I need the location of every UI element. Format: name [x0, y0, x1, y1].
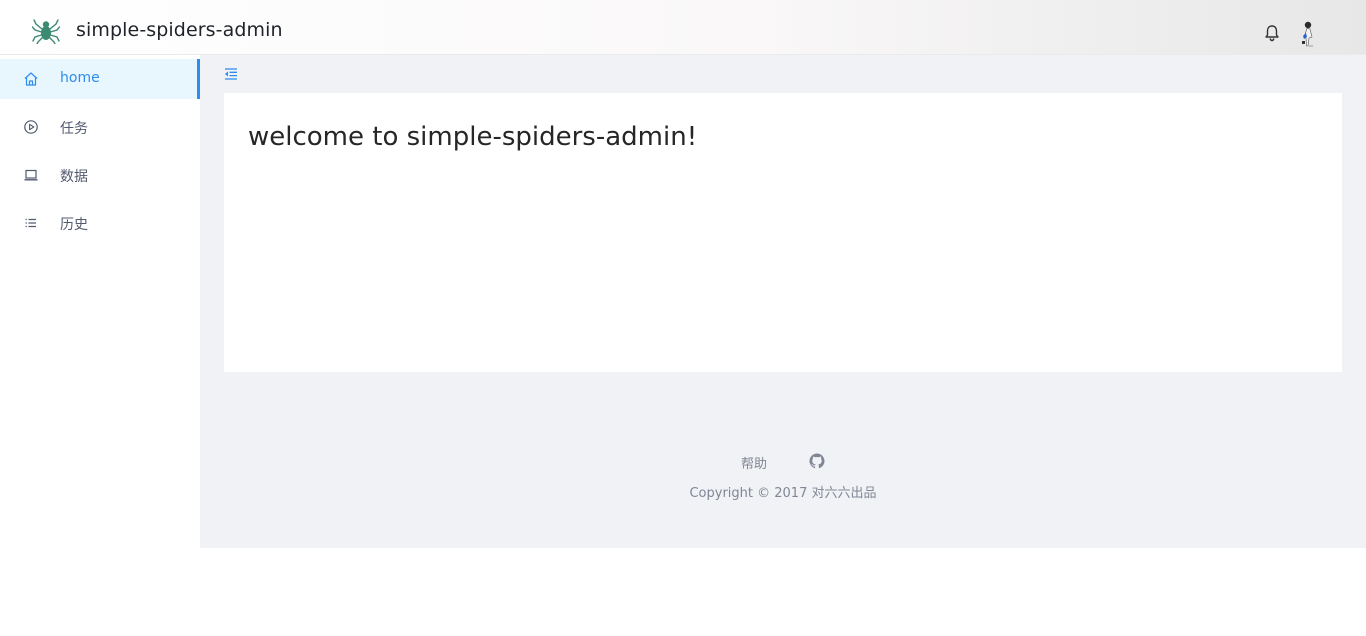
help-link[interactable]: 帮助 — [741, 453, 767, 472]
sidebar-item-data[interactable]: 数据 — [0, 155, 200, 195]
copyright-text: Copyright © 2017 对六六出品 — [689, 486, 877, 501]
spider-icon — [32, 19, 60, 44]
github-icon[interactable] — [809, 453, 825, 469]
main-content: welcome to simple-spiders-admin! 帮助 Copy… — [200, 55, 1366, 548]
home-icon — [24, 72, 38, 86]
sidebar-item-home[interactable]: home — [0, 59, 200, 99]
sidebar-item-label: 任务 — [60, 121, 88, 137]
sidebar: home 任务 数据 历史 — [0, 55, 200, 548]
welcome-heading: welcome to simple-spiders-admin! — [248, 122, 698, 152]
list-icon — [25, 218, 36, 228]
sidebar-item-label: 历史 — [60, 217, 88, 233]
laptop-icon — [24, 169, 38, 181]
user-avatar[interactable] — [1296, 20, 1318, 48]
welcome-card: welcome to simple-spiders-admin! — [224, 93, 1342, 372]
sidebar-item-label: 数据 — [60, 169, 88, 185]
bell-icon[interactable] — [1263, 24, 1281, 42]
sidebar-item-history[interactable]: 历史 — [0, 203, 200, 243]
menu-fold-icon[interactable] — [224, 67, 238, 81]
sidebar-item-tasks[interactable]: 任务 — [0, 107, 200, 147]
top-header: simple-spiders-admin — [0, 0, 1366, 55]
sidebar-item-label: home — [60, 70, 100, 86]
play-circle-icon — [24, 120, 38, 134]
app-title: simple-spiders-admin — [76, 19, 283, 41]
